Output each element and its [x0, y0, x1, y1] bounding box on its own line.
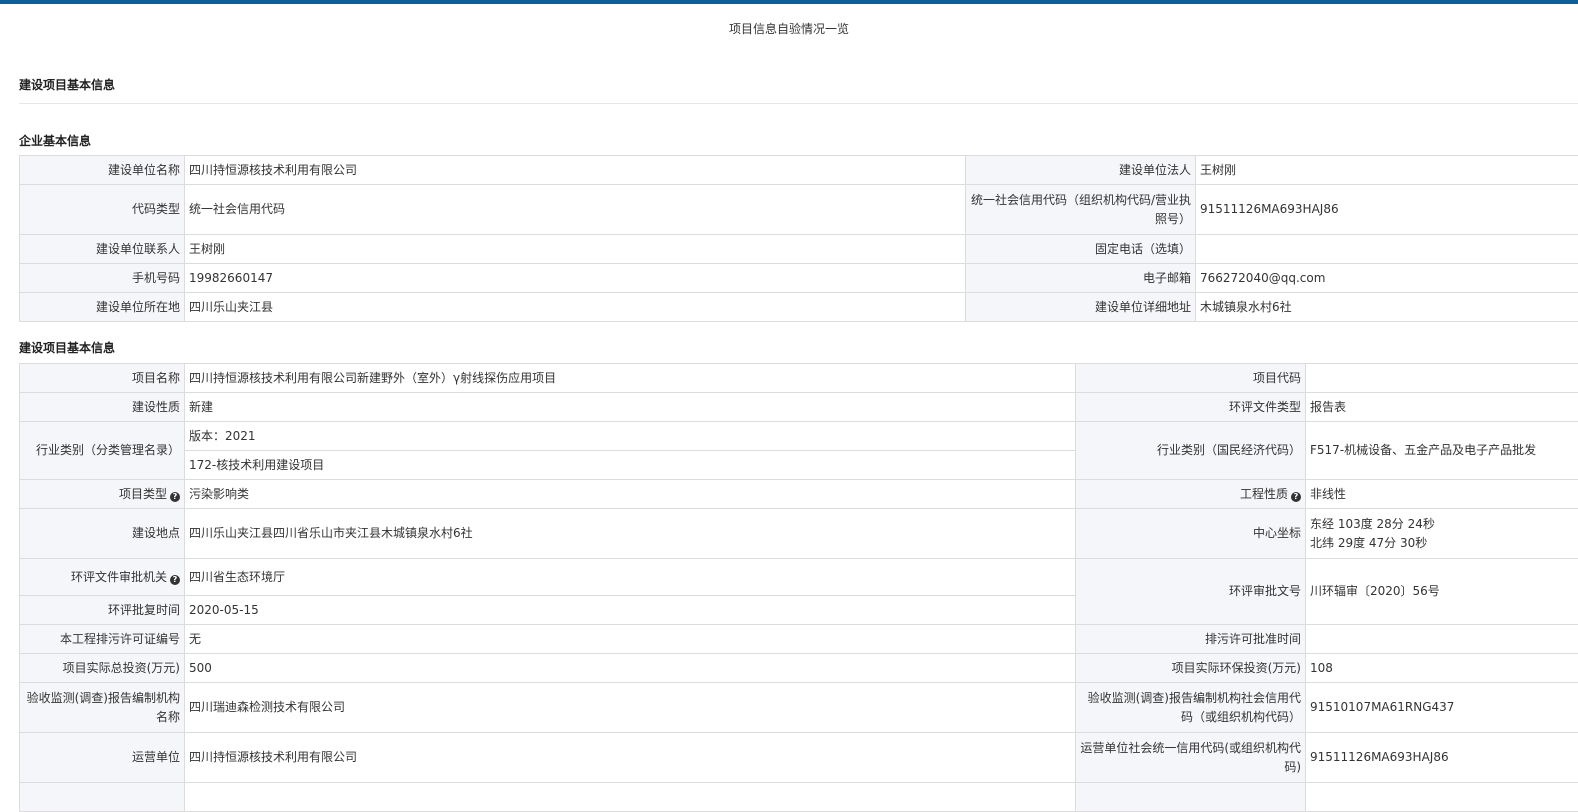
phone-label: 固定电话（选填）: [966, 235, 1196, 264]
section-title-project: 建设项目基本信息: [19, 339, 115, 356]
contact-value: 王树刚: [185, 235, 966, 264]
approval-date-label: 环评批复时间: [20, 596, 185, 625]
nature-label: 建设性质: [20, 393, 185, 422]
project-type-value: 污染影响类: [185, 480, 1076, 509]
unit-name-value: 四川持恒源核技术利用有限公司: [185, 156, 966, 185]
address-value: 木城镇泉水村6社: [1196, 293, 1578, 322]
project-info-table: 项目名称 四川持恒源核技术利用有限公司新建野外（室外）γ射线探伤应用项目 项目代…: [19, 363, 1578, 812]
phone-value: [1196, 235, 1578, 264]
operator-label: 运营单位: [20, 733, 185, 783]
company-info-table: 建设单位名称 四川持恒源核技术利用有限公司 建设单位法人 王树刚 代码类型 统一…: [19, 155, 1578, 322]
industry-code-label: 行业类别（国民经济代码）: [1076, 422, 1306, 480]
eia-type-label: 环评文件类型: [1076, 393, 1306, 422]
monitor-code-value: 91510107MA61RNG437: [1306, 683, 1578, 733]
industry-category-value: 172-核技术利用建设项目: [185, 451, 1076, 480]
section-title-company: 企业基本信息: [19, 132, 91, 149]
approver-label-cell: 环评文件审批机关?: [20, 559, 185, 596]
site-label: 建设地点: [20, 509, 185, 559]
mobile-value: 19982660147: [185, 264, 966, 293]
next-row-value: [185, 783, 1076, 812]
code-type-value: 统一社会信用代码: [185, 185, 966, 235]
section-divider: [19, 103, 1578, 104]
project-name-label: 项目名称: [20, 364, 185, 393]
industry-version-value: 版本：2021: [185, 422, 1076, 451]
top-accent-bar: [0, 0, 1578, 4]
code-type-label: 代码类型: [20, 185, 185, 235]
credit-code-value: 91511126MA693HAJ86: [1196, 185, 1578, 235]
approval-no-label: 环评审批文号: [1076, 559, 1306, 625]
invest-label: 项目实际总投资(万元): [20, 654, 185, 683]
email-label: 电子邮箱: [966, 264, 1196, 293]
unit-name-label: 建设单位名称: [20, 156, 185, 185]
invest-value: 500: [185, 654, 1076, 683]
project-type-label-cell: 项目类型?: [20, 480, 185, 509]
location-label: 建设单位所在地: [20, 293, 185, 322]
eng-nature-value: 非线性: [1306, 480, 1578, 509]
coord-label: 中心坐标: [1076, 509, 1306, 559]
eng-nature-label-cell: 工程性质?: [1076, 480, 1306, 509]
approver-value: 四川省生态环境厅: [185, 559, 1076, 596]
permit-date-label: 排污许可批准时间: [1076, 625, 1306, 654]
project-type-label: 项目类型: [119, 487, 167, 501]
location-value: 四川乐山夹江县: [185, 293, 966, 322]
project-code-value: [1306, 364, 1578, 393]
coord-value-cell: 东经 103度 28分 24秒北纬 29度 47分 30秒: [1306, 509, 1578, 559]
next-row-label-right: [1076, 783, 1306, 812]
monitor-org-value: 四川瑞迪森检测技术有限公司: [185, 683, 1076, 733]
permit-no-label: 本工程排污许可证编号: [20, 625, 185, 654]
approval-date-value: 2020-05-15: [185, 596, 1076, 625]
nature-value: 新建: [185, 393, 1076, 422]
operator-code-value: 91511126MA693HAJ86: [1306, 733, 1578, 783]
env-invest-value: 108: [1306, 654, 1578, 683]
operator-value: 四川持恒源核技术利用有限公司: [185, 733, 1076, 783]
coord-latitude: 北纬 29度 47分 30秒: [1310, 534, 1574, 553]
address-label: 建设单位详细地址: [966, 293, 1196, 322]
approval-no-value: 川环辐审〔2020〕56号: [1306, 559, 1578, 625]
legal-value: 王树刚: [1196, 156, 1578, 185]
env-invest-label: 项目实际环保投资(万元): [1076, 654, 1306, 683]
project-name-value: 四川持恒源核技术利用有限公司新建野外（室外）γ射线探伤应用项目: [185, 364, 1076, 393]
mobile-label: 手机号码: [20, 264, 185, 293]
next-row-value-right: [1306, 783, 1578, 812]
section-title-main: 建设项目基本信息: [19, 76, 115, 93]
question-circle-icon[interactable]: ?: [170, 492, 180, 502]
eia-type-value: 报告表: [1306, 393, 1578, 422]
contact-label: 建设单位联系人: [20, 235, 185, 264]
permit-date-value: [1306, 625, 1578, 654]
page-title: 项目信息自验情况一览: [0, 20, 1578, 37]
question-circle-icon[interactable]: ?: [1291, 492, 1301, 502]
permit-no-value: 无: [185, 625, 1076, 654]
next-row-label: [20, 783, 185, 812]
industry-label: 行业类别（分类管理名录）: [20, 422, 185, 480]
question-circle-icon[interactable]: ?: [170, 575, 180, 585]
coord-longitude: 东经 103度 28分 24秒: [1310, 515, 1574, 534]
credit-code-label: 统一社会信用代码（组织机构代码/营业执照号）: [966, 185, 1196, 235]
email-value: 766272040@qq.com: [1196, 264, 1578, 293]
project-code-label: 项目代码: [1076, 364, 1306, 393]
operator-code-label: 运营单位社会统一信用代码(或组织机构代码): [1076, 733, 1306, 783]
monitor-code-label: 验收监测(调查)报告编制机构社会信用代码（或组织机构代码）: [1076, 683, 1306, 733]
legal-label: 建设单位法人: [966, 156, 1196, 185]
industry-code-value: F517-机械设备、五金产品及电子产品批发: [1306, 422, 1578, 480]
eng-nature-label: 工程性质: [1240, 487, 1288, 501]
site-value: 四川乐山夹江县四川省乐山市夹江县木城镇泉水村6社: [185, 509, 1076, 559]
approver-label: 环评文件审批机关: [71, 570, 167, 584]
monitor-org-label: 验收监测(调查)报告编制机构名称: [20, 683, 185, 733]
